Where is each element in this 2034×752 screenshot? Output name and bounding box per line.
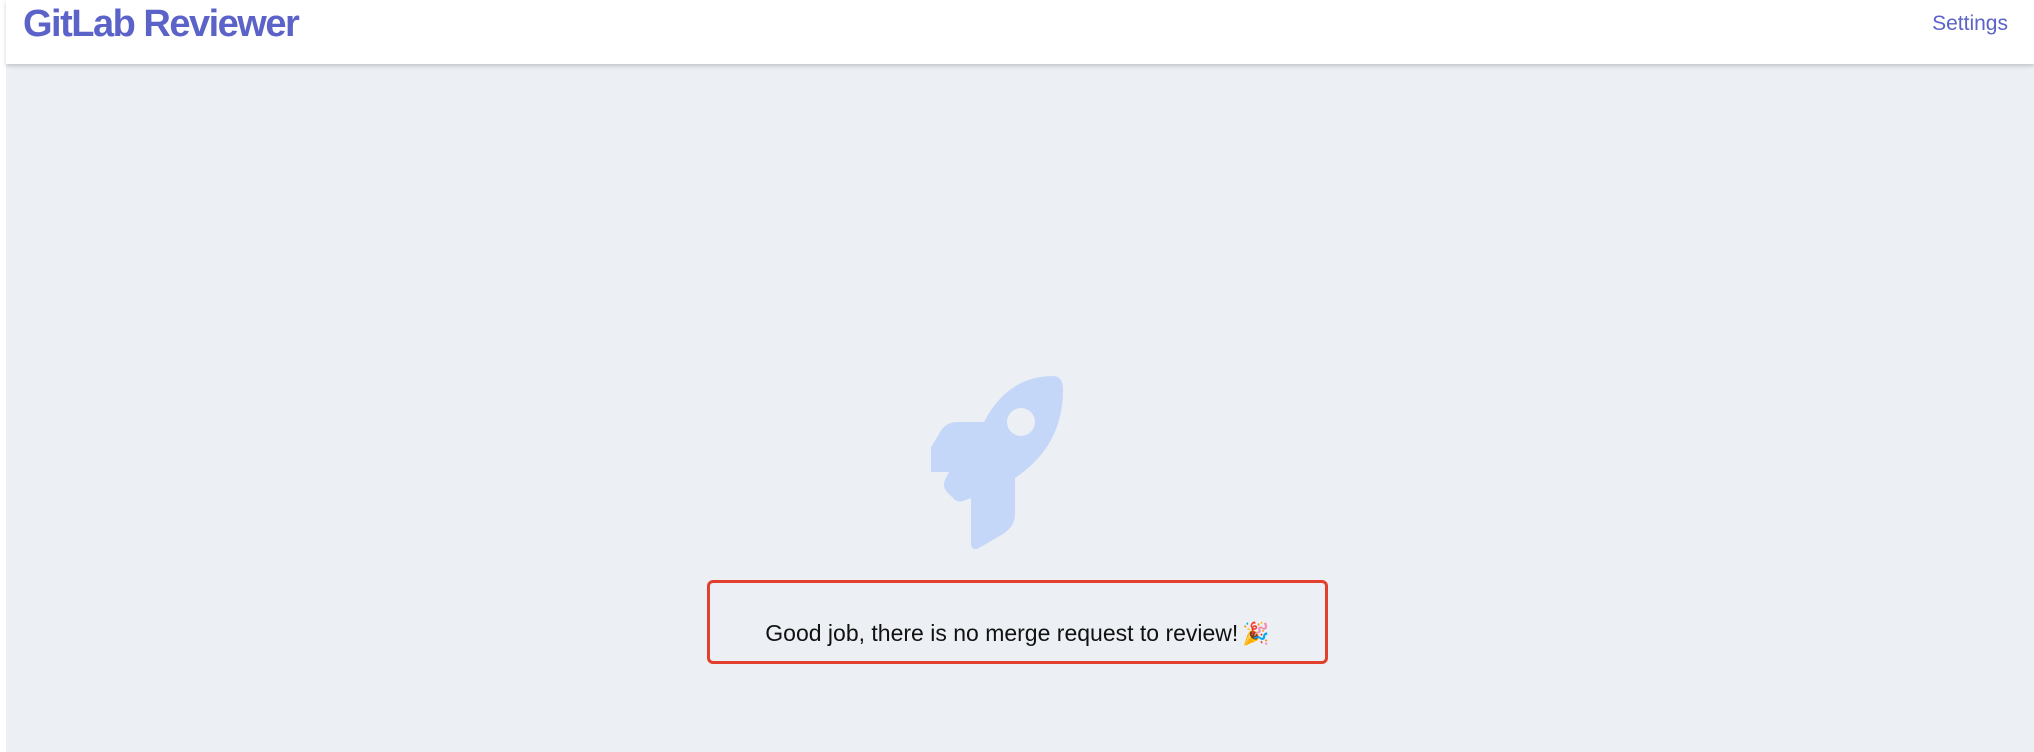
main-content: Good job, there is no merge request to r… [6, 64, 2034, 752]
rocket-icon [931, 376, 1063, 550]
party-popper-icon: 🎉 [1242, 621, 1270, 646]
empty-state-text: Good job, there is no merge request to r… [710, 619, 1325, 648]
top-navbar: GitLab Reviewer Settings [6, 0, 2034, 64]
app-window: GitLab Reviewer Settings Good job, there… [6, 0, 2034, 752]
empty-state-message-box: Good job, there is no merge request to r… [707, 580, 1328, 664]
app-brand-logo[interactable]: GitLab Reviewer [23, 2, 300, 46]
empty-state-message: Good job, there is no merge request to r… [765, 620, 1239, 646]
settings-link[interactable]: Settings [1932, 11, 2008, 37]
